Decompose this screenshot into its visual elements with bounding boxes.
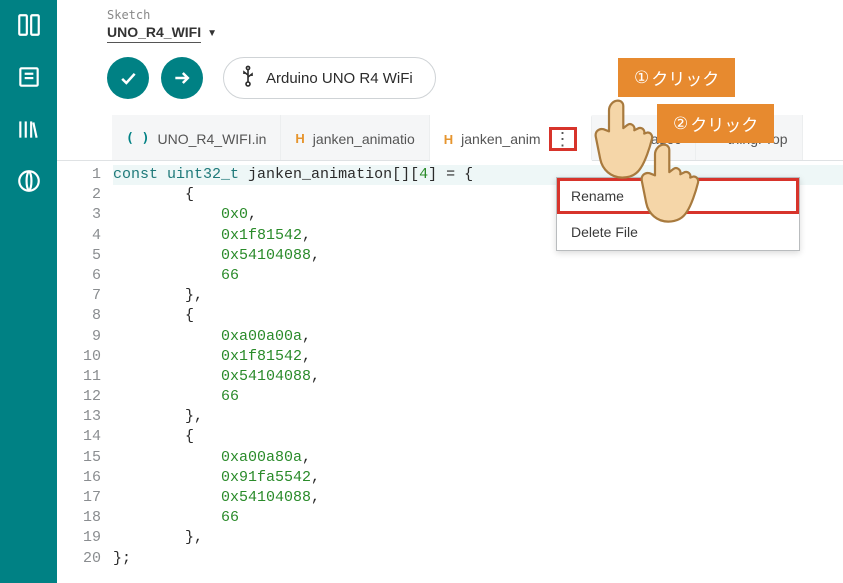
code-line[interactable]: },: [113, 528, 843, 548]
code-line[interactable]: 66: [113, 266, 843, 286]
chevron-down-icon: ▼: [207, 28, 217, 39]
line-number: 4: [57, 226, 101, 246]
project-name: UNO_R4_WIFI: [107, 24, 201, 43]
line-number: 7: [57, 286, 101, 306]
tab-main-ino[interactable]: ( ) UNO_R4_WIFI.in: [112, 115, 281, 160]
tab-label: janken_animatio: [313, 131, 415, 147]
code-line[interactable]: },: [113, 407, 843, 427]
line-number: 20: [57, 549, 101, 569]
tab-menu-button[interactable]: ⋮: [549, 127, 577, 151]
line-gutter: 1234567891011121314151617181920: [57, 165, 113, 583]
line-number: 6: [57, 266, 101, 286]
line-number: 15: [57, 448, 101, 468]
tab-janken-anim-active[interactable]: H janken_anim ⋮: [430, 115, 592, 161]
line-number: 5: [57, 246, 101, 266]
file-ext-icon: H: [295, 131, 304, 146]
annotation-text: クリック: [651, 65, 719, 90]
line-number: 8: [57, 306, 101, 326]
libraries-icon[interactable]: [16, 116, 42, 142]
line-number: 17: [57, 488, 101, 508]
tab-context-menu: Rename Delete File: [556, 177, 800, 251]
line-number: 12: [57, 387, 101, 407]
line-number: 13: [57, 407, 101, 427]
tab-label: UNO_R4_WIFI.in: [157, 131, 266, 147]
line-number: 16: [57, 468, 101, 488]
project-selector[interactable]: UNO_R4_WIFI ▼: [107, 24, 843, 43]
line-number: 2: [57, 185, 101, 205]
code-line[interactable]: };: [113, 549, 843, 569]
annotation-callout-2: ② クリック: [657, 104, 774, 143]
line-number: 18: [57, 508, 101, 528]
code-line[interactable]: 0xa00a80a,: [113, 448, 843, 468]
tab-label: janken_anim: [461, 131, 540, 147]
code-line[interactable]: 0xa00a00a,: [113, 327, 843, 347]
left-rail: [0, 0, 57, 583]
annotation-callout-1: ① クリック: [618, 58, 735, 97]
annotation-number: ①: [634, 68, 649, 88]
code-line[interactable]: 0x54104088,: [113, 367, 843, 387]
board-selector[interactable]: Arduino UNO R4 WiFi: [223, 57, 436, 99]
menu-rename[interactable]: Rename: [557, 178, 799, 214]
code-line[interactable]: {: [113, 306, 843, 326]
code-line[interactable]: 66: [113, 387, 843, 407]
file-ext-icon: H: [444, 132, 453, 147]
breadcrumb: Sketch: [107, 8, 843, 22]
annotation-text: クリック: [690, 111, 758, 136]
board-name: Arduino UNO R4 WiFi: [266, 70, 413, 87]
code-line[interactable]: 0x1f81542,: [113, 347, 843, 367]
examples-icon[interactable]: [16, 64, 42, 90]
sketchbook-icon[interactable]: [16, 12, 42, 38]
line-number: 3: [57, 205, 101, 225]
line-number: 11: [57, 367, 101, 387]
code-line[interactable]: {: [113, 427, 843, 447]
verify-button[interactable]: [107, 57, 149, 99]
code-line[interactable]: 0x91fa5542,: [113, 468, 843, 488]
tab-janken-animation-h[interactable]: H janken_animatio: [281, 115, 429, 160]
usb-icon: [240, 65, 256, 92]
line-number: 10: [57, 347, 101, 367]
line-number: 19: [57, 528, 101, 548]
header: Sketch UNO_R4_WIFI ▼: [57, 0, 843, 57]
code-line[interactable]: 0x54104088,: [113, 488, 843, 508]
annotation-number: ②: [673, 114, 688, 134]
menu-delete-file[interactable]: Delete File: [557, 214, 799, 250]
file-ext-icon: ☰: [606, 131, 618, 147]
code-line[interactable]: 66: [113, 508, 843, 528]
line-number: 14: [57, 427, 101, 447]
code-line[interactable]: },: [113, 286, 843, 306]
iot-icon[interactable]: [16, 168, 42, 194]
file-ext-icon: ( ): [126, 131, 149, 146]
line-number: 1: [57, 165, 101, 185]
line-number: 9: [57, 327, 101, 347]
upload-button[interactable]: [161, 57, 203, 99]
